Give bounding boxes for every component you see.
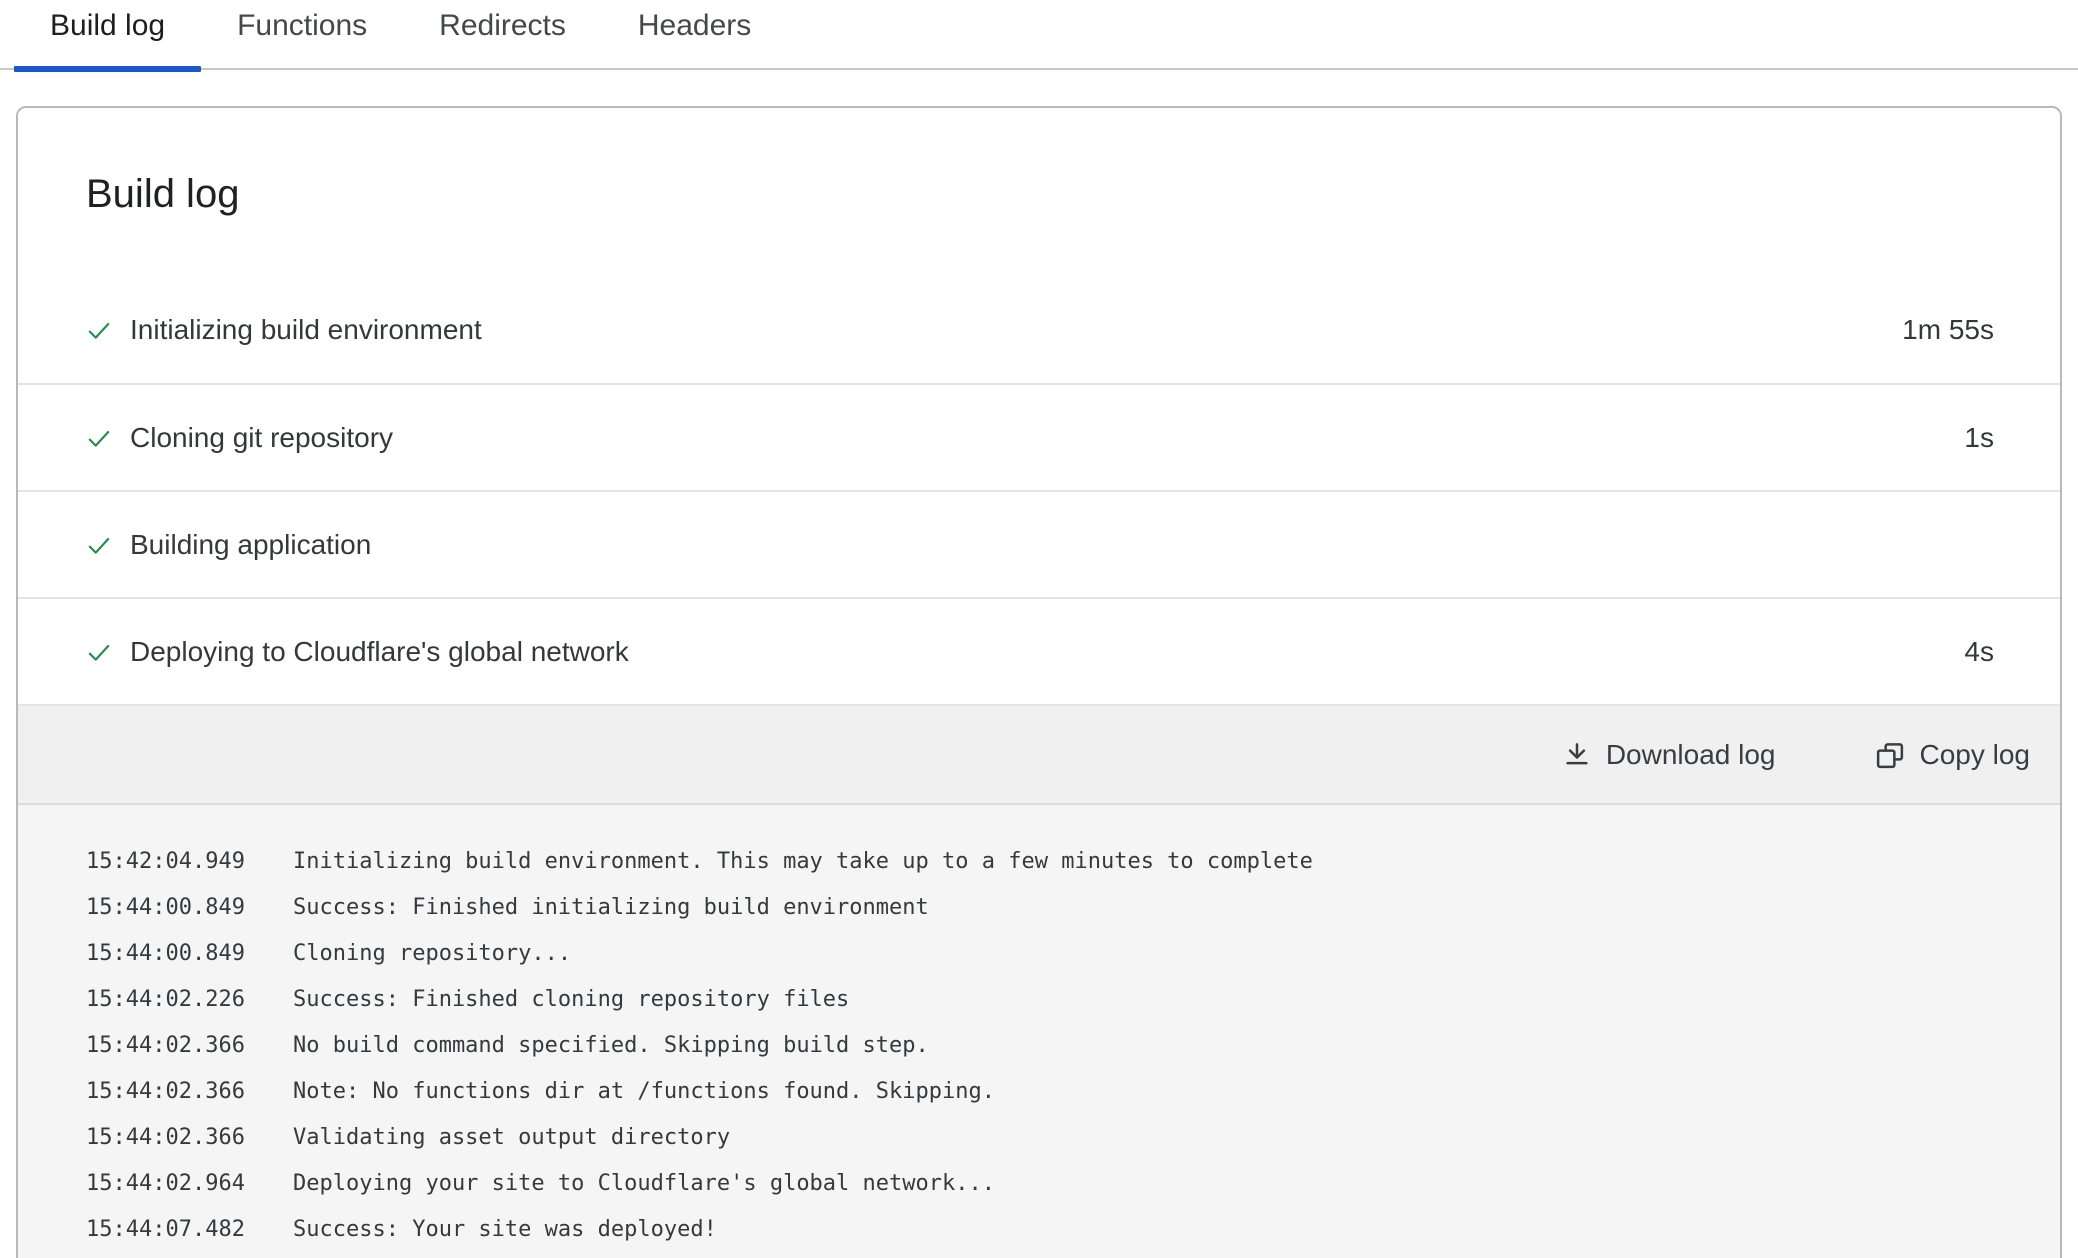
check-icon: [86, 639, 112, 665]
step-duration: 4s: [1964, 636, 1994, 668]
log-line: 15:44:02.226 Success: Finished cloning r…: [86, 977, 1992, 1023]
tab[interactable]: Build log: [14, 0, 201, 70]
log-message: Deploying your site to Cloudflare's glob…: [293, 1161, 995, 1207]
step-duration: 1m 55s: [1902, 314, 1994, 346]
log-line: 15:44:02.964 Deploying your site to Clou…: [86, 1161, 1992, 1207]
log-timestamp: 15:44:02.964: [86, 1161, 246, 1207]
log-timestamp: 15:44:07.482: [86, 1207, 246, 1253]
log-line: 15:44:07.482 Success: Your site was depl…: [86, 1207, 1992, 1253]
download-log-label: Download log: [1606, 739, 1776, 771]
log-message: Success: Finished initializing build env…: [293, 885, 929, 931]
download-log-button[interactable]: Download log: [1562, 739, 1776, 771]
build-steps-list: Initializing build environment 1m 55s Cl…: [18, 276, 2060, 704]
log-line: 15:44:02.366 Note: No functions dir at /…: [86, 1069, 1992, 1115]
build-step-row: Cloning git repository 1s: [18, 383, 2060, 490]
step-label: Building application: [130, 529, 371, 561]
build-log-output[interactable]: 15:42:04.949 Initializing build environm…: [18, 803, 2060, 1258]
build-step-row: Building application: [18, 490, 2060, 597]
log-timestamp: 15:44:02.366: [86, 1069, 246, 1115]
log-message: Validating asset output directory: [293, 1115, 730, 1161]
log-timestamp: 15:44:02.366: [86, 1115, 246, 1161]
step-duration: 1s: [1964, 422, 1994, 454]
log-line: 15:42:04.949 Initializing build environm…: [86, 839, 1992, 885]
step-label: Initializing build environment: [130, 314, 482, 346]
log-line: 15:44:02.366 Validating asset output dir…: [86, 1115, 1992, 1161]
deployment-tabs: Build log Functions Redirects Headers: [0, 0, 2078, 70]
copy-icon: [1875, 740, 1905, 770]
tab-label: Functions: [237, 9, 367, 42]
tab-label: Redirects: [439, 9, 566, 42]
tab-label: Headers: [638, 9, 751, 42]
log-timestamp: 15:44:02.366: [86, 1023, 246, 1069]
log-toolbar: Download log Copy log: [18, 704, 2060, 803]
build-step-row: Initializing build environment 1m 55s: [18, 276, 2060, 383]
log-line: 15:44:02.366 No build command specified.…: [86, 1023, 1992, 1069]
download-icon: [1562, 740, 1592, 770]
tab[interactable]: Headers: [602, 0, 787, 70]
log-message: Success: Your site was deployed!: [293, 1207, 717, 1253]
log-timestamp: 15:44:02.226: [86, 977, 246, 1023]
page-title: Build log: [86, 170, 1992, 218]
build-log-card: Build log Initializing build environment…: [16, 106, 2062, 1258]
log-timestamp: 15:42:04.949: [86, 839, 246, 885]
step-label: Cloning git repository: [130, 422, 393, 454]
log-message: No build command specified. Skipping bui…: [293, 1023, 929, 1069]
copy-log-button[interactable]: Copy log: [1875, 739, 2030, 771]
log-message: Note: No functions dir at /functions fou…: [293, 1069, 995, 1115]
log-timestamp: 15:44:00.849: [86, 931, 246, 977]
log-timestamp: 15:44:00.849: [86, 885, 246, 931]
card-header: Build log: [18, 108, 2060, 218]
tab[interactable]: Functions: [201, 0, 403, 70]
log-message: Success: Finished cloning repository fil…: [293, 977, 849, 1023]
step-label: Deploying to Cloudflare's global network: [130, 636, 629, 668]
log-message: Cloning repository...: [293, 931, 571, 977]
log-message: Initializing build environment. This may…: [293, 839, 1313, 885]
log-line: 15:44:00.849 Cloning repository...: [86, 931, 1992, 977]
tab[interactable]: Redirects: [403, 0, 602, 70]
check-icon: [86, 425, 112, 451]
check-icon: [86, 532, 112, 558]
log-line: 15:44:00.849 Success: Finished initializ…: [86, 885, 1992, 931]
tab-label: Build log: [50, 9, 165, 42]
copy-log-label: Copy log: [1919, 739, 2030, 771]
check-icon: [86, 317, 112, 343]
build-step-row: Deploying to Cloudflare's global network…: [18, 597, 2060, 704]
